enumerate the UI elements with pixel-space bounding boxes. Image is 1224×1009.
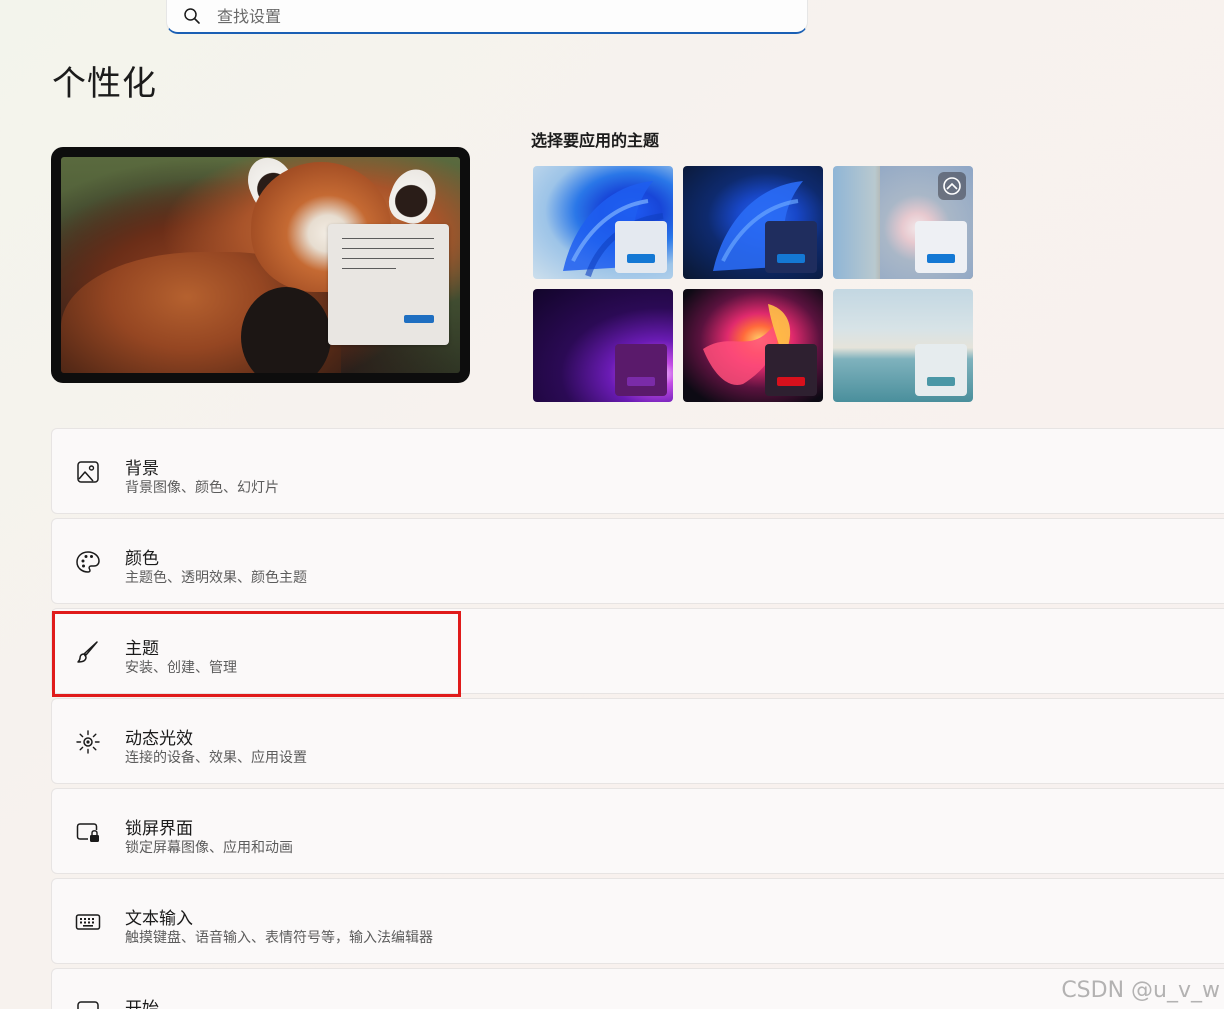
theme-windows-dark[interactable] (683, 166, 823, 279)
image-icon (77, 461, 99, 483)
setting-title: 文本输入 (125, 909, 193, 929)
keyboard-icon (75, 914, 101, 930)
preview-window-button (404, 315, 434, 323)
setting-title: 主题 (125, 639, 159, 659)
theme-swatch (915, 344, 967, 396)
theme-swatch (615, 344, 667, 396)
setting-subtitle: 连接的设备、效果、应用设置 (125, 750, 307, 766)
palette-icon (76, 551, 100, 573)
setting-title: 颜色 (125, 549, 159, 569)
preview-window-line (342, 238, 434, 239)
setting-subtitle: 触摸键盘、语音输入、表情符号等，输入法编辑器 (125, 930, 433, 946)
theme-windows-light[interactable] (533, 166, 673, 279)
search-box[interactable] (166, 0, 808, 34)
theme-swatch (765, 221, 817, 273)
setting-themes[interactable]: 主题 安装、创建、管理 (51, 608, 1224, 694)
theme-spotlight[interactable] (833, 166, 973, 279)
brush-icon (77, 641, 98, 663)
theme-preview (51, 147, 470, 383)
setting-text-input[interactable]: 文本输入 触摸键盘、语音输入、表情符号等，输入法编辑器 (51, 878, 1224, 964)
setting-subtitle: 安装、创建、管理 (125, 660, 237, 676)
theme-accent (777, 377, 805, 386)
setting-subtitle: 主题色、透明效果、颜色主题 (125, 570, 307, 586)
setting-title: 锁屏界面 (125, 819, 193, 839)
setting-subtitle: 背景图像、颜色、幻灯片 (125, 480, 279, 496)
search-icon (184, 8, 200, 24)
theme-flow[interactable] (833, 289, 973, 402)
page-title: 个性化 (52, 64, 157, 104)
theme-swatch (615, 221, 667, 273)
sparkle-icon (76, 730, 100, 754)
setting-title: 开始 (125, 999, 159, 1009)
theme-accent (927, 377, 955, 386)
lock-screen-icon (76, 823, 99, 842)
setting-colors[interactable]: 颜色 主题色、透明效果、颜色主题 (51, 518, 1224, 604)
theme-swatch (915, 221, 967, 273)
setting-title: 背景 (125, 459, 159, 479)
start-icon (77, 1001, 99, 1009)
setting-subtitle: 锁定屏幕图像、应用和动画 (125, 840, 293, 856)
preview-window (328, 224, 449, 345)
setting-dynamic-lighting[interactable]: 动态光效 连接的设备、效果、应用设置 (51, 698, 1224, 784)
wallpaper-subject-ear-right (383, 163, 443, 229)
themes-heading: 选择要应用的主题 (531, 131, 660, 150)
preview-window-line (342, 268, 396, 269)
theme-accent (627, 377, 655, 386)
watermark: CSDN @u_v_w (1061, 978, 1220, 1003)
setting-lock-screen[interactable]: 锁屏界面 锁定屏幕图像、应用和动画 (51, 788, 1224, 874)
theme-accent (627, 254, 655, 263)
theme-accent (777, 254, 805, 263)
spotlight-icon (938, 172, 966, 200)
theme-accent (927, 254, 955, 263)
preview-window-line (342, 248, 434, 249)
setting-background[interactable]: 背景 背景图像、颜色、幻灯片 (51, 428, 1224, 514)
theme-swatch (765, 344, 817, 396)
search-input[interactable] (217, 5, 777, 27)
preview-window-line (342, 258, 434, 259)
setting-title: 动态光效 (125, 729, 193, 749)
preview-wallpaper (61, 157, 460, 373)
theme-captured-motion[interactable] (683, 289, 823, 402)
setting-start[interactable]: 开始 (51, 968, 1224, 1009)
theme-glow[interactable] (533, 289, 673, 402)
